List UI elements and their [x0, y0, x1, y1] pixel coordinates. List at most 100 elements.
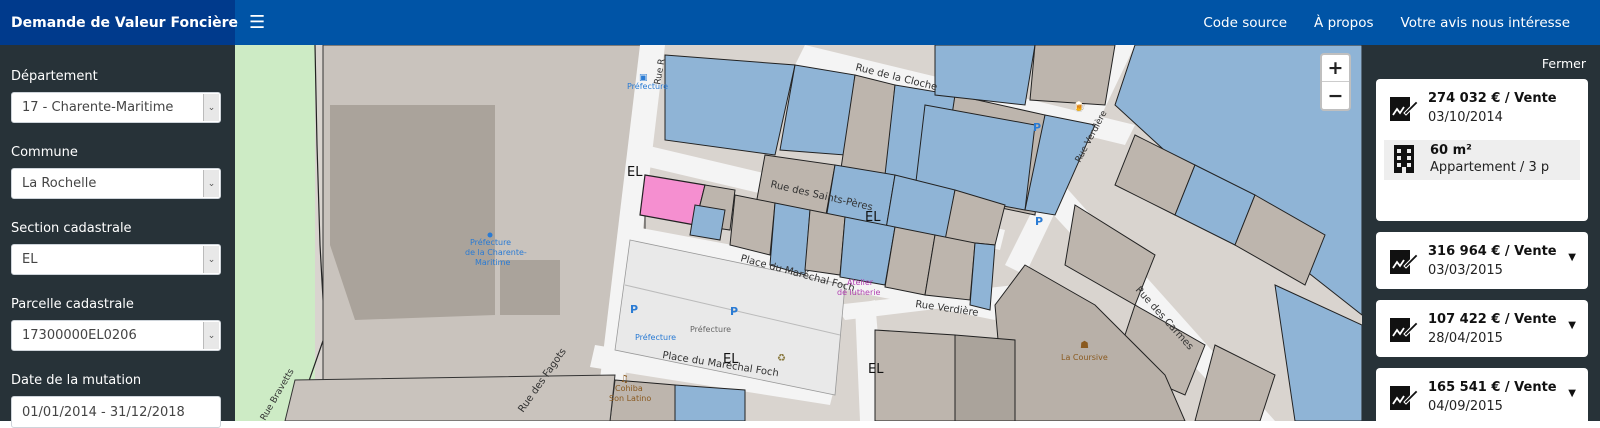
building-icon: [1394, 145, 1414, 173]
parking-icon: P: [1033, 121, 1041, 134]
poi-label: de lutherie: [837, 288, 880, 297]
bus-stop-icon: ▣: [639, 73, 648, 83]
hamburger-icon[interactable]: ☰: [249, 12, 265, 33]
sale-price: 165 541 € / Vente: [1428, 380, 1557, 395]
section-label: Section cadastrale: [11, 221, 132, 236]
chevron-down-icon: ⌄: [203, 94, 219, 121]
signature-icon: [1390, 386, 1418, 410]
date-range-value: 01/01/2014 - 31/12/2018: [22, 404, 185, 420]
sale-card[interactable]: 274 032 € / Vente 03/10/2014 60 m² Appar…: [1376, 79, 1588, 221]
commune-label: Commune: [11, 145, 78, 160]
parcel-blue: [664, 54, 796, 156]
sale-price: 107 422 € / Vente: [1428, 312, 1557, 327]
parcel-grey: [874, 329, 956, 421]
parcel-blue: [674, 384, 746, 421]
parcel-blue: [969, 242, 996, 311]
parcel-grey: [804, 209, 846, 276]
filter-sidebar: Département 17 - Charente-Maritime ⌄ Com…: [0, 45, 235, 428]
sale-date: 03/10/2014: [1428, 110, 1503, 125]
parcel-grey: [284, 374, 616, 421]
sale-type: Appartement / 3 p: [1430, 160, 1550, 175]
sale-card[interactable]: 165 541 € / Vente 04/09/2015 ▼: [1376, 368, 1588, 425]
poi-label: Maritime: [475, 258, 510, 267]
sale-card-header[interactable]: 274 032 € / Vente 03/10/2014: [1376, 79, 1588, 134]
parking-icon: P: [730, 305, 738, 318]
sales-panel: Fermer 274 032 € / Vente 03/10/2014 60 m…: [1362, 45, 1600, 425]
poi-label: Préfecture: [690, 324, 731, 334]
parcelle-value: 17300000EL0206: [22, 328, 137, 343]
nav-link-votre-avis[interactable]: Votre avis nous intéresse: [1401, 15, 1570, 31]
caret-down-icon[interactable]: ▼: [1568, 252, 1576, 263]
departement-select[interactable]: 17 - Charente-Maritime ⌄: [11, 92, 221, 123]
prefecture-marker-icon: [487, 232, 493, 238]
parcel-grey: [1029, 45, 1116, 106]
signature-icon: [1390, 318, 1418, 342]
sale-price: 316 964 € / Vente: [1428, 244, 1557, 259]
sale-card-header[interactable]: 316 964 € / Vente 03/03/2015: [1376, 232, 1588, 287]
section-label: EL: [723, 352, 739, 367]
close-panel-button[interactable]: Fermer: [1376, 56, 1588, 71]
section-label: EL: [865, 210, 881, 225]
poi-label: de la Charente-: [465, 248, 527, 257]
zoom-in-button[interactable]: +: [1322, 55, 1349, 82]
section-label: EL: [627, 165, 643, 180]
parcel-blue: [934, 45, 1036, 106]
sale-date: 03/03/2015: [1428, 263, 1503, 278]
date-range-input[interactable]: 01/01/2014 - 31/12/2018: [11, 396, 221, 428]
theatre-icon: ☗: [1080, 340, 1089, 351]
signature-icon: [1390, 97, 1418, 121]
section-value: EL: [22, 252, 38, 267]
commune-value: La Rochelle: [22, 176, 97, 191]
park-area: [235, 45, 315, 421]
departement-value: 17 - Charente-Maritime: [22, 100, 174, 115]
parcel-grey: [729, 194, 776, 256]
parcelle-select[interactable]: 17300000EL0206 ⌄: [11, 320, 221, 351]
bar-icon: 🍺: [1073, 100, 1085, 113]
date-label: Date de la mutation: [11, 373, 142, 388]
signature-icon: [1390, 250, 1418, 274]
sale-card[interactable]: 316 964 € / Vente 03/03/2015 ▼: [1376, 232, 1588, 289]
prefecture-annex: [500, 260, 560, 315]
departement-label: Département: [11, 69, 98, 84]
parcel-blue: [689, 204, 726, 241]
top-navbar: Demande de Valeur Foncière ☰ Code source…: [0, 0, 1600, 45]
zoom-out-button[interactable]: −: [1322, 82, 1349, 109]
parking-icon: P: [1035, 215, 1043, 228]
music-icon: ♫: [620, 374, 629, 385]
nav-link-a-propos[interactable]: À propos: [1314, 15, 1373, 31]
sale-price: 274 032 € / Vente: [1428, 91, 1557, 106]
app-title[interactable]: Demande de Valeur Foncière: [0, 0, 238, 45]
sale-card-header[interactable]: 165 541 € / Vente 04/09/2015: [1376, 368, 1588, 423]
sale-card[interactable]: 107 422 € / Vente 28/04/2015 ▼: [1376, 300, 1588, 357]
poi-label: Son Latino: [609, 394, 651, 403]
prefecture-building: [330, 105, 495, 320]
zoom-control: + −: [1320, 53, 1351, 111]
poi-label: Préfecture: [470, 237, 511, 247]
sale-detail: 60 m² Appartement / 3 p: [1384, 140, 1580, 180]
cadastral-map[interactable]: Rue de la Cloche Rue des Saints-Pères Pl…: [235, 45, 1362, 421]
parcelle-label: Parcelle cadastrale: [11, 297, 134, 312]
chevron-down-icon: ⌄: [203, 322, 219, 349]
sale-date: 04/09/2015: [1428, 399, 1503, 414]
nav-links: Code source À propos Votre avis nous int…: [1203, 15, 1600, 31]
poi-label: Atelier: [847, 278, 874, 287]
sale-date: 28/04/2015: [1428, 331, 1503, 346]
poi-label: Cohiba: [615, 384, 643, 393]
recycling-icon: ♻: [777, 353, 786, 364]
sale-card-header[interactable]: 107 422 € / Vente 28/04/2015: [1376, 300, 1588, 355]
poi-label: Préfecture: [635, 332, 676, 342]
chevron-down-icon: ⌄: [203, 170, 219, 197]
section-label: EL: [868, 362, 884, 377]
commune-select[interactable]: La Rochelle ⌄: [11, 168, 221, 199]
poi-label: La Coursive: [1061, 353, 1108, 362]
caret-down-icon[interactable]: ▼: [1568, 388, 1576, 399]
poi-label: Préfecture: [627, 81, 668, 91]
sale-surface: 60 m²: [1430, 143, 1472, 158]
map-canvas[interactable]: Rue de la Cloche Rue des Saints-Pères Pl…: [235, 45, 1362, 421]
chevron-down-icon: ⌄: [203, 246, 219, 273]
parcel-grey: [954, 334, 1016, 421]
caret-down-icon[interactable]: ▼: [1568, 320, 1576, 331]
nav-link-code-source[interactable]: Code source: [1203, 15, 1287, 31]
section-select[interactable]: EL ⌄: [11, 244, 221, 275]
parking-icon: P: [630, 303, 638, 316]
